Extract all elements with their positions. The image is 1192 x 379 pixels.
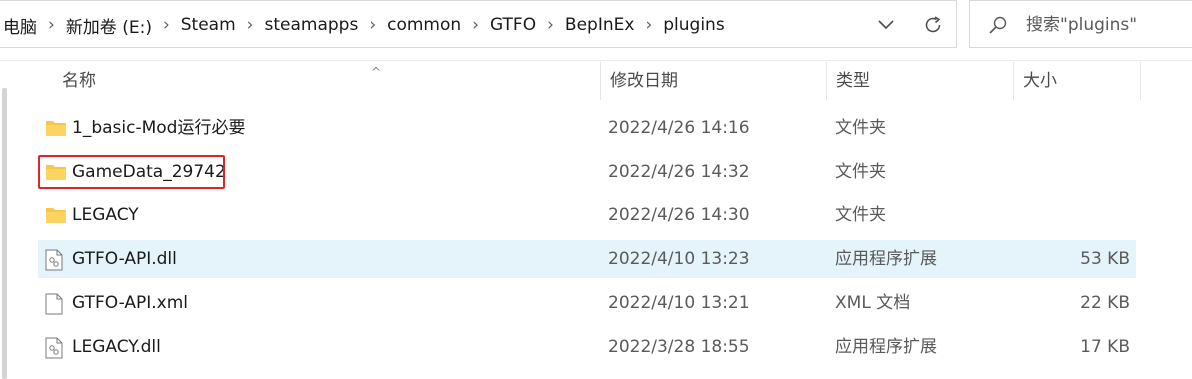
dll-icon: [45, 337, 63, 359]
column-header-size[interactable]: 大小: [1014, 62, 1141, 100]
breadcrumb-steamapps[interactable]: steamapps: [261, 15, 361, 35]
column-header-date-label: 修改日期: [610, 71, 678, 91]
file-type: 应用程序扩展: [835, 337, 937, 357]
chevron-down-icon: [878, 20, 894, 30]
address-bar[interactable]: 电脑 › 新加卷 (E:) › Steam › steamapps › comm…: [0, 0, 957, 48]
file-size: 53 KB: [1080, 249, 1130, 269]
breadcrumb-separator[interactable]: ›: [40, 15, 63, 35]
file-type: 文件夹: [835, 205, 886, 225]
file-size: 17 KB: [1080, 337, 1130, 357]
file-date: 2022/4/10 13:23: [608, 249, 750, 269]
search-icon: [989, 16, 1007, 34]
column-header-type[interactable]: 类型: [827, 62, 1014, 100]
folder-icon: [46, 208, 66, 223]
highlight-box: [38, 155, 225, 189]
refresh-button[interactable]: [913, 1, 953, 49]
breadcrumb-drive-e[interactable]: 新加卷 (E:): [63, 13, 155, 38]
file-row[interactable]: GTFO-API.dll 2022/4/10 13:23 应用程序扩展 53 K…: [38, 240, 1136, 278]
file-date: 2022/4/26 14:30: [608, 205, 750, 225]
toolbar-divider: [0, 60, 1192, 61]
file-name: LEGACY.dll: [72, 337, 161, 357]
file-row[interactable]: LEGACY 2022/4/26 14:30 文件夹: [38, 196, 1136, 234]
navigation-pane-scrollbar[interactable]: [0, 62, 9, 379]
file-row[interactable]: GTFO-API.xml 2022/4/10 13:21 XML 文档 22 K…: [38, 284, 1136, 322]
breadcrumb-bepinex[interactable]: BepInEx: [562, 15, 638, 35]
breadcrumb-separator[interactable]: ›: [361, 15, 384, 35]
breadcrumb-plugins[interactable]: plugins: [660, 15, 727, 35]
breadcrumb-separator[interactable]: ›: [239, 15, 262, 35]
folder-icon: [46, 121, 66, 136]
column-header-name[interactable]: 名称 ^: [53, 62, 601, 100]
sort-ascending-icon: ^: [371, 65, 382, 79]
column-header-name-label: 名称: [62, 71, 96, 91]
breadcrumb-gtfo[interactable]: GTFO: [487, 15, 539, 35]
breadcrumb-separator[interactable]: ›: [539, 15, 562, 35]
search-input[interactable]: 搜索"plugins": [1026, 1, 1137, 49]
breadcrumb-separator[interactable]: ›: [155, 15, 178, 35]
file-name: LEGACY: [72, 205, 139, 225]
file-date: 2022/4/26 14:32: [608, 162, 750, 182]
dll-icon: [45, 249, 63, 271]
file-size: 22 KB: [1080, 293, 1130, 313]
search-box[interactable]: 搜索"plugins": [969, 0, 1192, 48]
file-date: 2022/4/26 14:16: [608, 118, 750, 138]
file-name: 1_basic-Mod运行必要: [72, 118, 246, 138]
file-type: 文件夹: [835, 162, 886, 182]
breadcrumb-common[interactable]: common: [384, 15, 464, 35]
file-row[interactable]: LEGACY.dll 2022/3/28 18:55 应用程序扩展 17 KB: [38, 328, 1136, 366]
breadcrumb-separator[interactable]: ›: [637, 15, 660, 35]
column-header-date[interactable]: 修改日期: [601, 62, 827, 100]
file-icon: [45, 293, 63, 315]
column-header-type-label: 类型: [836, 71, 870, 91]
file-type: XML 文档: [835, 293, 911, 313]
column-header-row: 名称 ^ 修改日期 类型 大小: [0, 62, 1192, 100]
file-type: 应用程序扩展: [835, 249, 937, 269]
column-header-size-label: 大小: [1023, 71, 1057, 91]
breadcrumb-separator[interactable]: ›: [464, 15, 487, 35]
file-date: 2022/4/10 13:21: [608, 293, 750, 313]
file-name: GTFO-API.xml: [72, 293, 188, 313]
file-date: 2022/3/28 18:55: [608, 337, 750, 357]
refresh-icon: [925, 16, 941, 33]
file-type: 文件夹: [835, 118, 886, 138]
file-name: GTFO-API.dll: [72, 249, 177, 269]
breadcrumb-steam[interactable]: Steam: [178, 15, 239, 35]
file-row[interactable]: 1_basic-Mod运行必要 2022/4/26 14:16 文件夹: [38, 109, 1136, 147]
breadcrumb-computer[interactable]: 电脑: [0, 13, 40, 38]
breadcrumb: 电脑 › 新加卷 (E:) › Steam › steamapps › comm…: [0, 1, 728, 49]
history-dropdown-button[interactable]: [866, 1, 906, 49]
scrollbar-thumb[interactable]: [2, 88, 7, 379]
